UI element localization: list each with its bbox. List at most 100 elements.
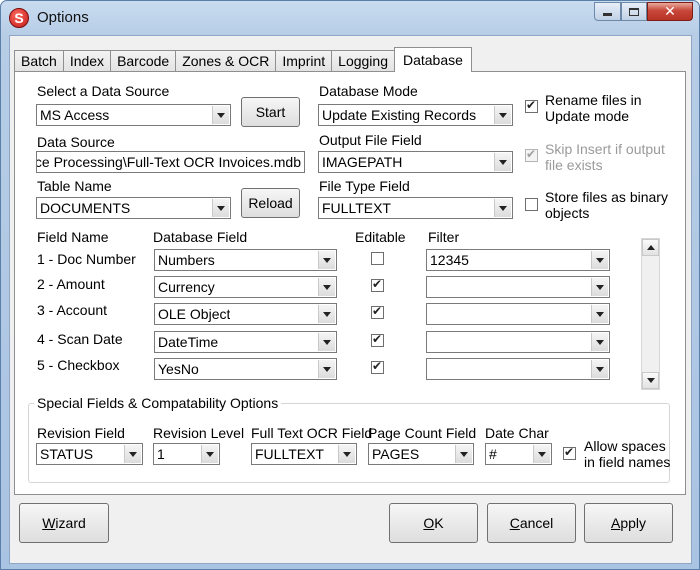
minimize-icon <box>603 13 612 16</box>
select-data-source-label: Select a Data Source <box>37 83 170 99</box>
start-button[interactable]: Start <box>241 97 300 127</box>
editable-checkbox-1[interactable] <box>371 252 384 265</box>
revision-level-label: Revision Level <box>153 425 245 441</box>
tab-index[interactable]: Index <box>62 50 112 71</box>
filter-header: Filter <box>428 229 460 245</box>
table-name-label: Table Name <box>37 178 112 194</box>
filter-select-4[interactable] <box>426 331 610 353</box>
data-source-path-field[interactable]: C:\Invoice Processing\Full-Text OCR Invo… <box>36 151 305 173</box>
database-mode-label: Database Mode <box>319 83 418 99</box>
filter-select-5[interactable] <box>426 358 610 380</box>
minimize-button[interactable] <box>594 2 621 21</box>
tab-logging[interactable]: Logging <box>331 50 395 71</box>
database-field-select-4[interactable]: DateTime <box>154 331 337 353</box>
fields-scrollbar[interactable] <box>641 238 660 390</box>
chevron-down-icon <box>338 445 355 463</box>
field-name-row-2: 2 - Amount <box>37 276 105 292</box>
date-char-select[interactable]: # <box>485 443 552 465</box>
chevron-down-icon <box>533 445 550 463</box>
date-char-label: Date Char <box>485 425 549 441</box>
data-source-label: Data Source <box>37 134 115 150</box>
skip-insert-label: Skip Insert if output file exists <box>545 141 665 173</box>
close-icon: ✕ <box>664 3 676 19</box>
tab-barcode[interactable]: Barcode <box>110 50 177 71</box>
chevron-down-icon <box>201 445 218 463</box>
window-title: Options <box>37 9 89 26</box>
close-button[interactable]: ✕ <box>647 2 693 21</box>
app-logo-icon: S <box>9 8 29 28</box>
ok-button[interactable]: OK <box>389 503 478 543</box>
output-file-field-select[interactable]: IMAGEPATH <box>318 151 513 173</box>
title-bar[interactable]: S Options ✕ <box>1 1 699 35</box>
chevron-down-icon <box>591 278 608 296</box>
database-mode-select[interactable]: Update Existing Records <box>318 104 513 126</box>
tab-database[interactable]: Database <box>393 47 472 72</box>
editable-checkbox-2[interactable] <box>371 277 384 292</box>
chevron-down-icon <box>591 360 608 378</box>
tab-strip: Batch Index Barcode Zones & OCR Imprint … <box>14 47 472 72</box>
file-type-field-label: File Type Field <box>319 178 410 194</box>
revision-level-select[interactable]: 1 <box>153 443 220 465</box>
maximize-icon <box>629 7 639 16</box>
editable-checkbox-4[interactable] <box>371 332 384 347</box>
chevron-down-icon <box>591 305 608 323</box>
chevron-down-icon <box>318 360 335 378</box>
allow-spaces-label: Allow spaces in field names <box>584 438 671 470</box>
chevron-down-icon <box>318 278 335 296</box>
database-field-select-3[interactable]: OLE Object <box>154 303 337 325</box>
field-name-row-3: 3 - Account <box>37 302 108 318</box>
revision-field-label: Revision Field <box>37 425 125 441</box>
maximize-button[interactable] <box>621 2 647 21</box>
full-text-ocr-field-select[interactable]: FULLTEXT <box>251 443 357 465</box>
tab-zones-ocr[interactable]: Zones & OCR <box>175 50 277 71</box>
scroll-down-button[interactable] <box>642 372 659 389</box>
data-source-select[interactable]: MS Access <box>36 104 231 126</box>
output-file-field-label: Output File Field <box>319 132 422 148</box>
wizard-button[interactable]: Wizard <box>19 503 109 543</box>
page-count-field-label: Page Count Field <box>368 425 477 441</box>
field-name-row-5: 5 - Checkbox <box>37 357 120 373</box>
tab-imprint[interactable]: Imprint <box>275 50 333 71</box>
chevron-down-icon <box>124 445 141 463</box>
arrow-up-icon <box>646 245 655 250</box>
table-name-select[interactable]: DOCUMENTS <box>36 197 231 219</box>
chevron-down-icon <box>455 445 472 463</box>
filter-select-2[interactable] <box>426 276 610 298</box>
editable-checkbox-3[interactable] <box>371 304 384 319</box>
chevron-down-icon <box>591 333 608 351</box>
revision-field-select[interactable]: STATUS <box>36 443 143 465</box>
field-name-row-4: 4 - Scan Date <box>37 331 123 347</box>
store-binary-checkbox[interactable] <box>525 198 538 211</box>
chevron-down-icon <box>212 106 229 124</box>
reload-button[interactable]: Reload <box>241 188 300 218</box>
skip-insert-checkbox <box>525 147 538 162</box>
field-name-row-1: 1 - Doc Number <box>37 251 136 267</box>
tab-batch[interactable]: Batch <box>14 50 64 71</box>
file-type-field-select[interactable]: FULLTEXT <box>318 197 513 219</box>
page-count-field-select[interactable]: PAGES <box>368 443 474 465</box>
chevron-down-icon <box>212 199 229 217</box>
apply-button[interactable]: Apply <box>584 503 673 543</box>
cancel-button[interactable]: Cancel <box>487 503 576 543</box>
chevron-down-icon <box>494 153 511 171</box>
store-binary-label: Store files as binary objects <box>545 189 668 221</box>
filter-select-1[interactable]: 12345 <box>426 249 610 271</box>
arrow-down-icon <box>646 378 655 383</box>
full-text-ocr-field-label: Full Text OCR Field <box>251 425 373 441</box>
chevron-down-icon <box>494 106 511 124</box>
rename-files-label: Rename files in Update mode <box>545 92 642 124</box>
database-field-select-2[interactable]: Currency <box>154 276 337 298</box>
editable-checkbox-5[interactable] <box>371 359 384 374</box>
chevron-down-icon <box>318 333 335 351</box>
rename-files-checkbox[interactable] <box>525 98 538 113</box>
chevron-down-icon <box>318 251 335 269</box>
database-field-header: Database Field <box>153 229 248 245</box>
chevron-down-icon <box>494 199 511 217</box>
scroll-up-button[interactable] <box>642 239 659 256</box>
filter-select-3[interactable] <box>426 303 610 325</box>
database-field-select-5[interactable]: YesNo <box>154 358 337 380</box>
field-name-header: Field Name <box>37 229 109 245</box>
database-field-select-1[interactable]: Numbers <box>154 249 337 271</box>
allow-spaces-checkbox[interactable] <box>563 445 576 460</box>
chevron-down-icon <box>591 251 608 269</box>
